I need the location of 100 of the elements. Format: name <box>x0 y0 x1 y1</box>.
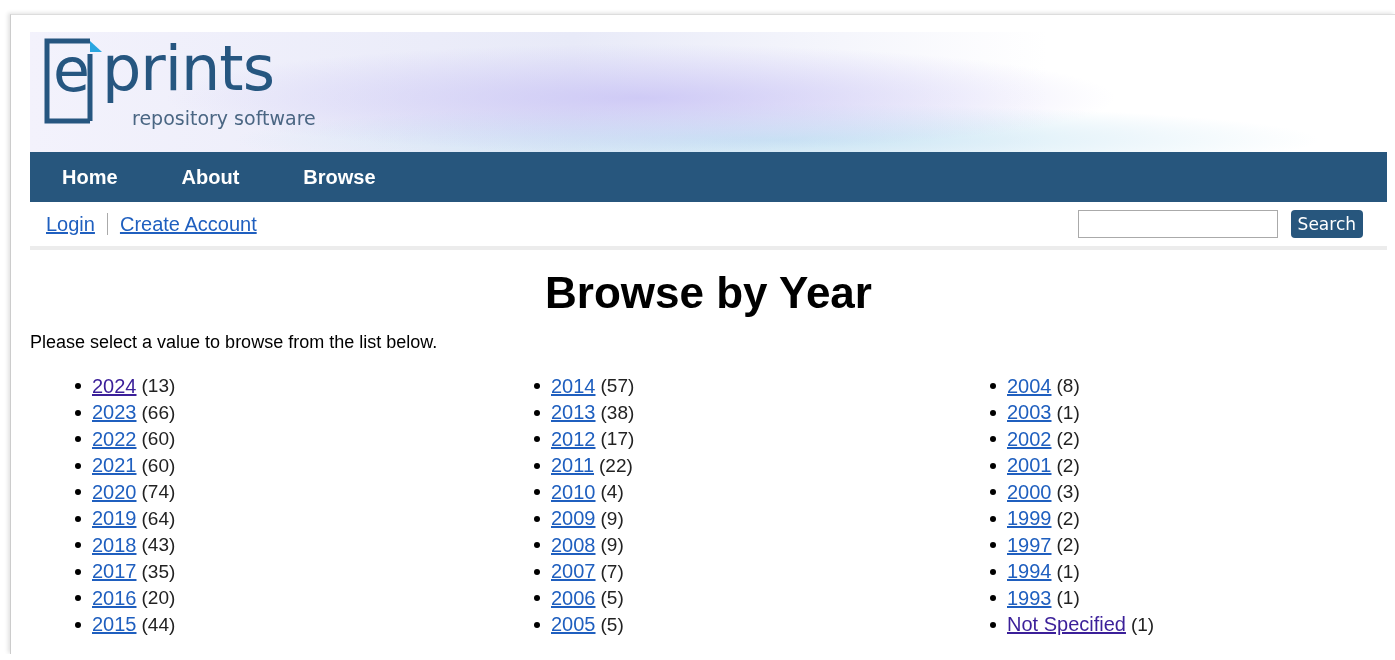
item-count: (1) <box>1056 560 1080 583</box>
item-count: (9) <box>600 534 624 557</box>
bullet-icon <box>990 568 996 575</box>
item-count: (44) <box>141 613 176 636</box>
nav-link[interactable]: Browse <box>303 165 376 189</box>
bullet-icon <box>534 436 540 443</box>
logo-tagline: repository software <box>132 107 316 129</box>
bullet-icon <box>75 383 81 390</box>
year-link[interactable]: 2006 <box>551 586 596 610</box>
bullet-icon <box>990 542 996 549</box>
year-link[interactable]: Not Specified <box>1007 613 1126 637</box>
bullet-icon <box>534 489 540 496</box>
logo-letter: e <box>53 40 90 100</box>
year-link[interactable]: 2003 <box>1007 401 1052 425</box>
intro-text: Please select a value to browse from the list below. <box>30 332 439 353</box>
bullet-icon <box>534 595 540 602</box>
year-link[interactable]: 1994 <box>1007 560 1052 584</box>
year-link[interactable]: 2000 <box>1007 480 1052 504</box>
search-field[interactable] <box>1077 210 1278 238</box>
item-count: (9) <box>600 507 624 530</box>
bullet-icon <box>534 462 540 469</box>
page-heading: Browse by Year <box>544 268 873 318</box>
item-count: (5) <box>600 587 624 610</box>
year-link[interactable]: 1993 <box>1007 586 1052 610</box>
year-link[interactable]: 2021 <box>92 454 137 478</box>
year-link[interactable]: 2023 <box>92 401 137 425</box>
item-count: (20) <box>141 587 176 610</box>
item-count: (64) <box>141 507 176 530</box>
item-count: (43) <box>141 534 176 557</box>
item-count: (60) <box>141 454 176 477</box>
year-link[interactable]: 2007 <box>551 560 596 584</box>
bullet-icon <box>75 409 81 416</box>
bullet-icon <box>990 409 996 416</box>
year-link[interactable]: 2011 <box>551 454 594 478</box>
year-link[interactable]: 2010 <box>551 480 596 504</box>
item-count: (57) <box>600 375 635 398</box>
item-count: (1) <box>1056 587 1080 610</box>
search-button[interactable]: Search <box>1290 210 1363 238</box>
bullet-icon <box>990 621 996 628</box>
item-count: (8) <box>1056 375 1080 398</box>
account-link[interactable]: Login <box>46 212 95 236</box>
bullet-icon <box>990 436 996 443</box>
bullet-icon <box>75 462 81 469</box>
item-count: (38) <box>600 401 635 424</box>
bullet-icon <box>990 595 996 602</box>
item-count: (17) <box>600 428 635 451</box>
bullet-icon <box>75 489 81 496</box>
item-count: (2) <box>1056 534 1080 557</box>
bullet-icon <box>75 621 81 628</box>
year-link[interactable]: 2002 <box>1007 427 1052 451</box>
item-count: (1) <box>1130 613 1155 636</box>
bullet-icon <box>990 383 996 390</box>
year-link[interactable]: 2019 <box>92 507 137 531</box>
bullet-icon <box>990 462 996 469</box>
bullet-icon <box>534 568 540 575</box>
year-link[interactable]: 2024 <box>92 374 137 398</box>
item-count: (4) <box>600 481 624 504</box>
year-link[interactable]: 2022 <box>92 427 137 451</box>
bullet-icon <box>534 621 540 628</box>
bullet-icon <box>990 515 996 522</box>
year-link[interactable]: 2005 <box>551 613 596 637</box>
year-link[interactable]: 2015 <box>92 613 137 637</box>
year-link[interactable]: 2018 <box>92 533 137 557</box>
year-link[interactable]: 2012 <box>551 427 596 451</box>
item-count: (66) <box>141 401 176 424</box>
bullet-icon <box>534 542 540 549</box>
bullet-icon <box>75 568 81 575</box>
year-link[interactable]: 2004 <box>1007 374 1052 398</box>
year-link[interactable]: 1999 <box>1007 507 1052 531</box>
item-count: (22) <box>599 454 633 477</box>
year-link[interactable]: 2001 <box>1007 454 1052 478</box>
year-link[interactable]: 2009 <box>551 507 596 531</box>
item-count: (60) <box>141 428 176 451</box>
bullet-icon <box>75 595 81 602</box>
bullet-icon <box>990 489 996 496</box>
item-count: (1) <box>1056 401 1080 424</box>
year-link[interactable]: 2020 <box>92 480 137 504</box>
bullet-icon <box>534 409 540 416</box>
bullet-icon <box>534 383 540 390</box>
nav-link[interactable]: About <box>181 165 240 189</box>
item-count: (2) <box>1056 428 1080 451</box>
nav-link[interactable]: Home <box>62 165 118 189</box>
year-link[interactable]: 2014 <box>551 374 596 398</box>
item-count: (74) <box>141 481 176 504</box>
bullet-icon <box>75 515 81 522</box>
item-count: (5) <box>600 613 624 636</box>
year-link[interactable]: 2017 <box>92 560 137 584</box>
item-count: (35) <box>141 560 176 583</box>
account-link[interactable]: Create Account <box>119 212 257 236</box>
item-count: (2) <box>1056 454 1080 477</box>
bullet-icon <box>534 515 540 522</box>
year-link[interactable]: 2008 <box>551 533 596 557</box>
item-count: (2) <box>1056 507 1080 530</box>
year-link[interactable]: 1997 <box>1007 533 1052 557</box>
bullet-icon <box>75 542 81 549</box>
item-count: (3) <box>1056 481 1080 504</box>
bullet-icon <box>75 436 81 443</box>
item-count: (7) <box>600 560 624 583</box>
year-link[interactable]: 2013 <box>551 401 596 425</box>
year-link[interactable]: 2016 <box>92 586 137 610</box>
